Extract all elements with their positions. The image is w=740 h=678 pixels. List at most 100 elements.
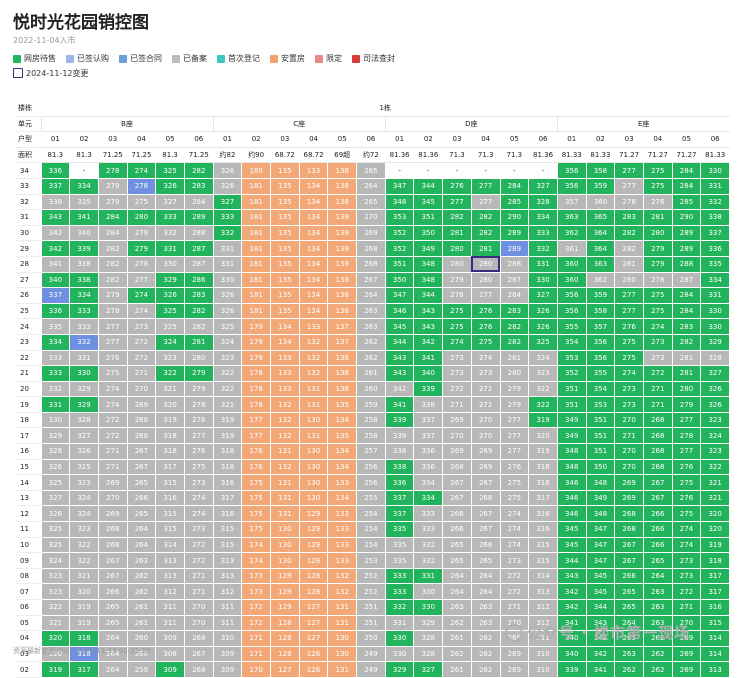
unit-cell[interactable]: 263 (470, 614, 501, 632)
unit-cell[interactable]: 364 (585, 224, 616, 242)
unit-cell[interactable]: 270 (470, 427, 501, 445)
unit-cell[interactable]: 282 (671, 333, 702, 351)
unit-cell[interactable]: 323 (69, 474, 99, 491)
unit-cell[interactable]: 363 (556, 209, 587, 226)
unit-cell[interactable]: 271 (642, 380, 673, 398)
unit-cell[interactable]: 130 (270, 536, 300, 554)
unit-cell[interactable]: 324 (155, 333, 185, 351)
unit-cell[interactable]: 263 (356, 302, 386, 320)
unit-cell[interactable]: 327 (212, 193, 243, 211)
unit-cell[interactable]: 272 (470, 396, 501, 413)
unit-cell[interactable]: 283 (614, 209, 644, 226)
unit-cell[interactable]: 352 (384, 240, 415, 257)
unit-cell[interactable]: 282 (499, 333, 530, 351)
unit-cell[interactable]: 273 (671, 552, 702, 569)
unit-cell[interactable]: 271 (442, 396, 472, 413)
unit-cell[interactable]: 181 (241, 224, 271, 242)
unit-cell[interactable]: 279 (499, 396, 530, 413)
unit-cell[interactable]: 317 (212, 489, 243, 507)
unit-cell[interactable]: 275 (442, 318, 472, 335)
unit-cell[interactable]: 181 (241, 255, 271, 273)
unit-cell[interactable]: 326 (155, 287, 185, 304)
unit-cell[interactable]: 275 (183, 458, 214, 476)
unit-cell[interactable]: 284 (671, 302, 702, 320)
unit-cell[interactable]: 336 (384, 474, 415, 491)
unit-cell[interactable]: 279 (642, 255, 673, 273)
unit-cell[interactable]: 356 (585, 333, 616, 351)
unit-cell[interactable]: 264 (442, 583, 472, 600)
unit-cell[interactable]: 249 (356, 661, 386, 678)
unit-cell[interactable]: 341 (69, 209, 99, 226)
unit-cell[interactable]: 267 (642, 489, 673, 507)
unit-cell[interactable]: 177 (241, 411, 271, 429)
unit-cell[interactable]: 284 (97, 224, 128, 242)
unit-cell[interactable]: 345 (585, 583, 616, 600)
unit-cell[interactable]: 351 (384, 255, 415, 273)
unit-cell[interactable]: 129 (298, 521, 329, 538)
unit-cell[interactable]: 281 (642, 209, 673, 226)
unit-cell[interactable]: 265 (97, 599, 128, 616)
unit-cell[interactable]: 274 (183, 489, 214, 507)
unit-cell[interactable]: 270 (614, 458, 644, 476)
unit-cell[interactable]: 333 (40, 365, 71, 382)
unit-cell[interactable]: 262 (442, 645, 472, 663)
unit-cell[interactable]: 362 (556, 224, 587, 242)
unit-cell[interactable]: 262 (470, 661, 501, 678)
unit-cell[interactable]: 333 (413, 521, 444, 538)
unit-cell[interactable]: 342 (413, 333, 444, 351)
unit-cell[interactable]: 266 (470, 536, 501, 554)
unit-cell[interactable]: 318 (212, 443, 243, 460)
unit-cell[interactable]: 129 (270, 583, 300, 600)
unit-cell[interactable]: 316 (528, 474, 558, 491)
unit-cell[interactable]: 273 (470, 365, 501, 382)
unit-cell[interactable]: 318 (212, 458, 243, 476)
unit-cell[interactable]: 317 (528, 489, 558, 507)
unit-cell[interactable]: 134 (298, 177, 329, 195)
unit-cell[interactable]: 174 (241, 552, 271, 569)
unit-cell[interactable]: 348 (556, 443, 587, 460)
unit-cell[interactable]: 278 (183, 396, 214, 413)
unit-cell[interactable]: 272 (126, 349, 157, 367)
unit-cell[interactable]: 343 (413, 302, 444, 320)
unit-cell[interactable]: 266 (642, 505, 673, 523)
unit-cell[interactable]: 280 (614, 271, 644, 289)
unit-cell[interactable]: 334 (700, 271, 730, 289)
unit-cell[interactable]: 272 (499, 583, 530, 600)
unit-cell[interactable]: 282 (499, 318, 530, 335)
unit-cell[interactable]: 135 (270, 240, 300, 257)
unit-cell[interactable]: 279 (97, 177, 128, 195)
unit-cell[interactable]: 266 (442, 505, 472, 523)
unit-cell[interactable]: 265 (470, 552, 501, 569)
unit-cell[interactable]: 131 (298, 427, 329, 445)
unit-cell[interactable]: 261 (356, 365, 386, 382)
unit-cell[interactable]: 273 (183, 474, 214, 491)
unit-cell[interactable]: 337 (40, 287, 71, 304)
unit-cell[interactable]: 327 (528, 177, 558, 195)
unit-cell[interactable]: 131 (270, 474, 300, 491)
unit-cell[interactable]: 324 (40, 552, 71, 569)
unit-cell[interactable]: 328 (413, 630, 444, 647)
unit-cell[interactable]: 330 (155, 255, 185, 273)
unit-cell[interactable]: 171 (241, 645, 271, 663)
unit-cell[interactable]: 265 (614, 599, 644, 616)
unit-cell[interactable]: 181 (241, 177, 271, 195)
unit-cell[interactable]: 316 (528, 505, 558, 523)
unit-cell[interactable]: 175 (241, 505, 271, 523)
unit-cell[interactable]: 287 (183, 255, 214, 273)
unit-cell[interactable]: 341 (40, 255, 71, 273)
unit-cell[interactable]: 284 (671, 162, 702, 179)
unit-cell[interactable]: 283 (499, 302, 530, 320)
unit-cell[interactable]: 273 (442, 349, 472, 367)
unit-cell[interactable]: 345 (556, 521, 587, 538)
unit-cell[interactable]: 133 (270, 380, 300, 398)
unit-cell[interactable]: 268 (642, 458, 673, 476)
unit-cell[interactable]: 178 (241, 396, 271, 413)
unit-cell[interactable]: 262 (642, 661, 673, 678)
unit-cell[interactable]: 331 (528, 255, 558, 273)
unit-cell[interactable]: 135 (270, 255, 300, 273)
unit-cell[interactable]: 330 (212, 271, 243, 289)
unit-cell[interactable]: 133 (327, 552, 358, 569)
unit-cell[interactable]: 309 (155, 661, 185, 678)
unit-cell[interactable]: 268 (183, 630, 214, 647)
unit-cell[interactable]: 319 (69, 599, 99, 616)
